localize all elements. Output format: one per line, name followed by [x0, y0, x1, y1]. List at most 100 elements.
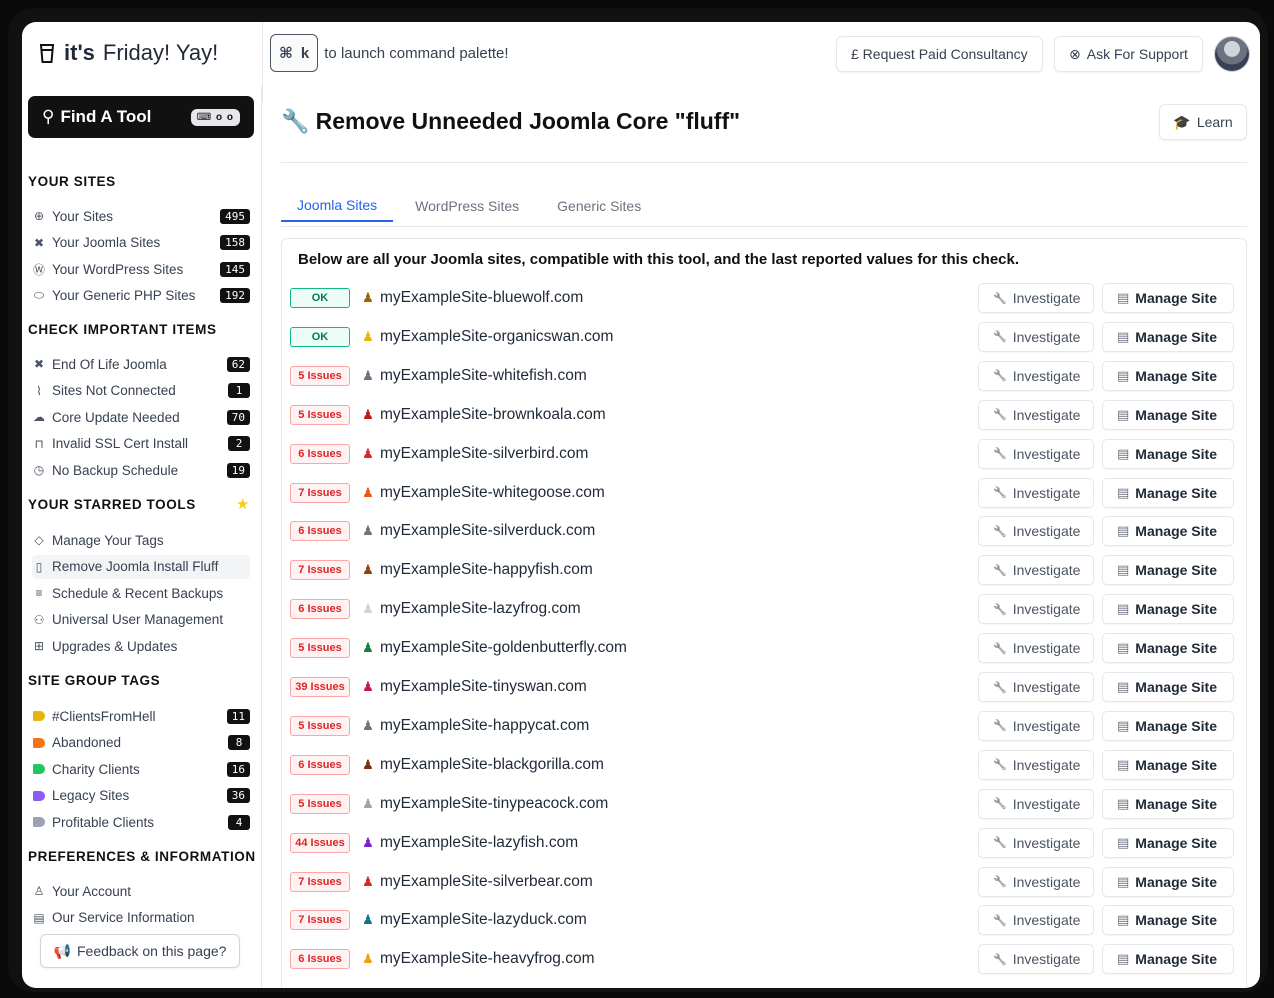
sites-panel: Below are all your Joomla sites, compati… — [281, 238, 1247, 988]
site-name[interactable]: myExampleSite-goldenbutterfly.com — [380, 639, 627, 657]
sidebar-item[interactable]: ⊞ Upgrades & Updates — [32, 634, 250, 658]
manage-site-button[interactable]: ▤ Manage Site — [1102, 866, 1234, 897]
site-name[interactable]: myExampleSite-whitegoose.com — [380, 484, 605, 502]
investigate-button[interactable]: 🔧 Investigate — [978, 827, 1094, 858]
sidebar-item[interactable]: ◇ Manage Your Tags — [32, 528, 250, 552]
manage-site-button[interactable]: ▤ Manage Site — [1102, 827, 1234, 858]
sidebar-item[interactable]: ✖ Your Joomla Sites 158 — [32, 231, 250, 255]
investigate-button[interactable]: 🔧 Investigate — [978, 594, 1094, 625]
manage-site-button[interactable]: ▤ Manage Site — [1102, 710, 1234, 741]
investigate-button[interactable]: 🔧 Investigate — [978, 866, 1094, 897]
sidebar-item[interactable]: Ⓦ Your WordPress Sites 145 — [32, 257, 250, 281]
manage-site-button[interactable]: ▤ Manage Site — [1102, 360, 1234, 391]
site-name[interactable]: myExampleSite-blackgorilla.com — [380, 756, 604, 774]
manage-site-button[interactable]: ▤ Manage Site — [1102, 399, 1234, 430]
manage-site-button[interactable]: ▤ Manage Site — [1102, 788, 1234, 819]
sidebar-item[interactable]: ▤ Our Service Information — [32, 906, 250, 930]
investigate-button[interactable]: 🔧 Investigate — [978, 633, 1094, 664]
tab-joomla-sites[interactable]: Joomla Sites — [281, 190, 394, 222]
investigate-button[interactable]: 🔧 Investigate — [978, 321, 1094, 352]
wrench-icon: 🔧 — [993, 914, 1007, 927]
sidebar-item[interactable]: ≡ Schedule & Recent Backups — [32, 581, 250, 605]
site-name[interactable]: myExampleSite-lazyduck.com — [380, 911, 587, 929]
investigate-button[interactable]: 🔧 Investigate — [978, 283, 1094, 313]
investigate-button[interactable]: 🔧 Investigate — [978, 905, 1094, 936]
investigate-button[interactable]: 🔧 Investigate — [978, 672, 1094, 702]
investigate-button[interactable]: 🔧 Investigate — [978, 477, 1094, 508]
manage-site-button[interactable]: ▤ Manage Site — [1102, 944, 1234, 975]
investigate-button[interactable]: 🔧 Investigate — [978, 360, 1094, 391]
investigate-button[interactable]: 🔧 Investigate — [978, 516, 1094, 547]
wrench-icon: 🔧 — [993, 837, 1007, 850]
brand-logo[interactable]: it's Friday! Yay! — [38, 40, 218, 66]
site-name[interactable]: myExampleSite-brownkoala.com — [380, 406, 606, 424]
investigate-button[interactable]: 🔧 Investigate — [978, 438, 1094, 469]
manage-site-button[interactable]: ▤ Manage Site — [1102, 477, 1234, 508]
status-badge: 44 Issues — [290, 832, 350, 853]
site-name[interactable]: myExampleSite-silverbear.com — [380, 873, 593, 891]
manage-site-button[interactable]: ▤ Manage Site — [1102, 516, 1234, 547]
site-name[interactable]: myExampleSite-silverbird.com — [380, 445, 588, 463]
site-name[interactable]: myExampleSite-tinyswan.com — [380, 678, 587, 696]
manage-site-button[interactable]: ▤ Manage Site — [1102, 438, 1234, 469]
sidebar-item[interactable]: ◷ No Backup Schedule 19 — [32, 458, 250, 482]
request-consultancy-button[interactable]: £ Request Paid Consultancy — [836, 36, 1043, 72]
investigate-button[interactable]: 🔧 Investigate — [978, 555, 1094, 586]
manage-site-button[interactable]: ▤ Manage Site — [1102, 594, 1234, 625]
sidebar-item[interactable]: ☁ Core Update Needed 70 — [32, 405, 250, 429]
sidebar-item[interactable]: ✖ End Of Life Joomla 62 — [32, 352, 250, 376]
investigate-button[interactable]: 🔧 Investigate — [978, 944, 1094, 975]
investigate-button[interactable]: 🔧 Investigate — [978, 710, 1094, 741]
manage-site-button[interactable]: ▤ Manage Site — [1102, 905, 1234, 936]
sidebar-item[interactable]: ⊓ Invalid SSL Cert Install 2 — [32, 432, 250, 456]
site-name[interactable]: myExampleSite-heavyfrog.com — [380, 950, 595, 968]
sidebar-item[interactable]: ⌇ Sites Not Connected 1 — [32, 379, 250, 403]
sidebar-item[interactable]: ⬭ Your Generic PHP Sites 192 — [32, 284, 250, 308]
site-row: 6 Issues ♟ myExampleSite-silverbird.com 🔧 In… — [290, 435, 1238, 473]
sidebar-item[interactable]: Profitable Clients 4 — [32, 810, 250, 834]
manage-site-icon: ▤ — [1117, 679, 1130, 694]
avatar[interactable] — [1214, 36, 1250, 72]
sidebar-item[interactable]: Charity Clients 16 — [32, 757, 250, 781]
site-name[interactable]: myExampleSite-lazyfrog.com — [380, 600, 581, 618]
manage-site-button[interactable]: ▤ Manage Site — [1102, 555, 1234, 586]
sidebar-item-label: Invalid SSL Cert Install — [52, 436, 189, 452]
investigate-label: Investigate — [1012, 795, 1081, 812]
investigate-button[interactable]: 🔧 Investigate — [978, 749, 1094, 780]
tab-generic-sites[interactable]: Generic Sites — [541, 190, 657, 222]
command-palette-hint[interactable]: ⌘ k to launch command palette! — [270, 34, 509, 72]
find-tool-button[interactable]: ⚲ Find A Tool ⌨ o o — [28, 96, 254, 138]
investigate-button[interactable]: 🔧 Investigate — [978, 788, 1094, 819]
tab-wordpress-sites[interactable]: WordPress Sites — [399, 190, 535, 222]
site-name[interactable]: myExampleSite-whitefish.com — [380, 367, 587, 385]
status-badge: 5 Issues — [290, 365, 350, 386]
sidebar-item[interactable]: ⚇ Universal User Management — [32, 608, 250, 632]
site-name[interactable]: myExampleSite-happyfish.com — [380, 561, 593, 579]
site-name[interactable]: myExampleSite-silverduck.com — [380, 522, 595, 540]
site-name[interactable]: myExampleSite-lazyfish.com — [380, 834, 578, 852]
site-name[interactable]: myExampleSite-bluewolf.com — [380, 289, 583, 307]
manage-site-button[interactable]: ▤ Manage Site — [1102, 749, 1234, 780]
manage-site-label: Manage Site — [1135, 756, 1217, 773]
site-name[interactable]: myExampleSite-organicswan.com — [380, 328, 613, 346]
ask-support-button[interactable]: ⊗ Ask For Support — [1054, 36, 1203, 72]
manage-site-button[interactable]: ▤ Manage Site — [1102, 283, 1234, 313]
sidebar-item-label: No Backup Schedule — [52, 462, 179, 478]
manage-site-label: Manage Site — [1135, 679, 1217, 695]
manage-site-button[interactable]: ▤ Manage Site — [1102, 633, 1234, 664]
manage-site-button[interactable]: ▤ Manage Site — [1102, 672, 1234, 702]
sidebar-item[interactable]: ▯ Remove Joomla Install Fluff — [32, 554, 250, 579]
sidebar-item[interactable]: #ClientsFromHell 11 — [32, 704, 250, 728]
sidebar-item[interactable]: ♙ Your Account — [32, 879, 250, 903]
joomla-icon: ✖ — [33, 235, 45, 250]
learn-button[interactable]: 🎓 Learn — [1159, 104, 1247, 140]
keyboard-shortcut[interactable]: ⌘ k — [270, 34, 319, 72]
feedback-button[interactable]: 📢 Feedback on this page? — [40, 934, 240, 968]
investigate-button[interactable]: 🔧 Investigate — [978, 399, 1094, 430]
sidebar-item[interactable]: ⊕ Your Sites 495 — [32, 204, 250, 228]
manage-site-button[interactable]: ▤ Manage Site — [1102, 321, 1234, 352]
site-name[interactable]: myExampleSite-happycat.com — [380, 717, 589, 735]
sidebar-item[interactable]: Abandoned 8 — [32, 731, 250, 755]
site-name[interactable]: myExampleSite-tinypeacock.com — [380, 795, 608, 813]
sidebar-item[interactable]: Legacy Sites 36 — [32, 784, 250, 808]
